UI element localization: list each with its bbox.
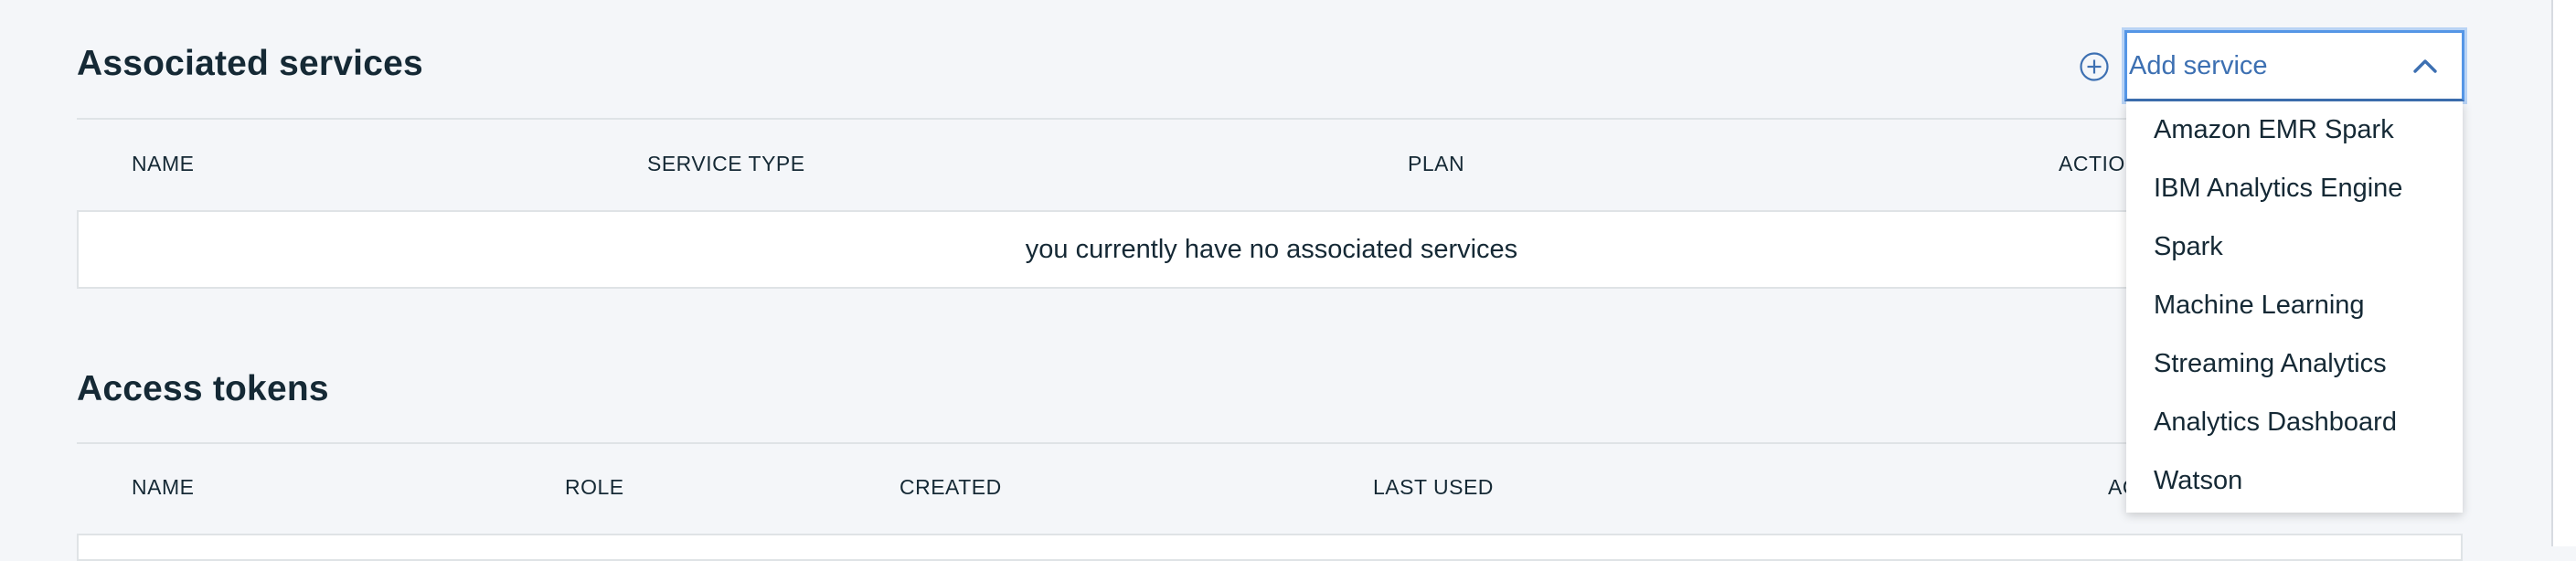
page-scrollbar[interactable] [2551, 0, 2576, 546]
menu-item-ibm-analytics-engine[interactable]: IBM Analytics Engine [2154, 174, 2402, 204]
tokens-divider [77, 442, 2463, 444]
tokens-header-created: CREATED [899, 475, 1002, 499]
services-header-service-type: SERVICE TYPE [647, 152, 805, 175]
chevron-up-icon [2413, 59, 2437, 73]
tokens-header-role: ROLE [565, 475, 624, 499]
menu-item-streaming-analytics[interactable]: Streaming Analytics [2154, 349, 2387, 379]
services-divider [77, 118, 2463, 120]
add-service-label: Add service [2129, 51, 2268, 80]
services-header-name: NAME [132, 152, 195, 175]
add-service-dropdown[interactable]: Add service [2124, 30, 2464, 101]
menu-item-analytics-dashboard[interactable]: Analytics Dashboard [2154, 408, 2397, 438]
services-header-plan: PLAN [1408, 152, 1465, 175]
services-empty-message: you currently have no associated service… [1025, 235, 1518, 264]
tokens-header-name: NAME [132, 475, 195, 499]
add-circle-icon[interactable] [2079, 51, 2110, 82]
menu-item-watson[interactable]: Watson [2154, 466, 2242, 496]
associated-services-title: Associated services [77, 44, 423, 83]
menu-item-spark[interactable]: Spark [2154, 232, 2223, 262]
services-empty-state: you currently have no associated service… [77, 210, 2463, 289]
tokens-header-last-used: LAST USED [1373, 475, 1494, 499]
tokens-table-body [77, 534, 2463, 561]
menu-item-amazon-emr-spark[interactable]: Amazon EMR Spark [2154, 115, 2394, 145]
access-tokens-title: Access tokens [77, 369, 329, 408]
menu-item-machine-learning[interactable]: Machine Learning [2154, 291, 2365, 321]
add-service-menu: Amazon EMR Spark IBM Analytics Engine Sp… [2126, 101, 2463, 513]
